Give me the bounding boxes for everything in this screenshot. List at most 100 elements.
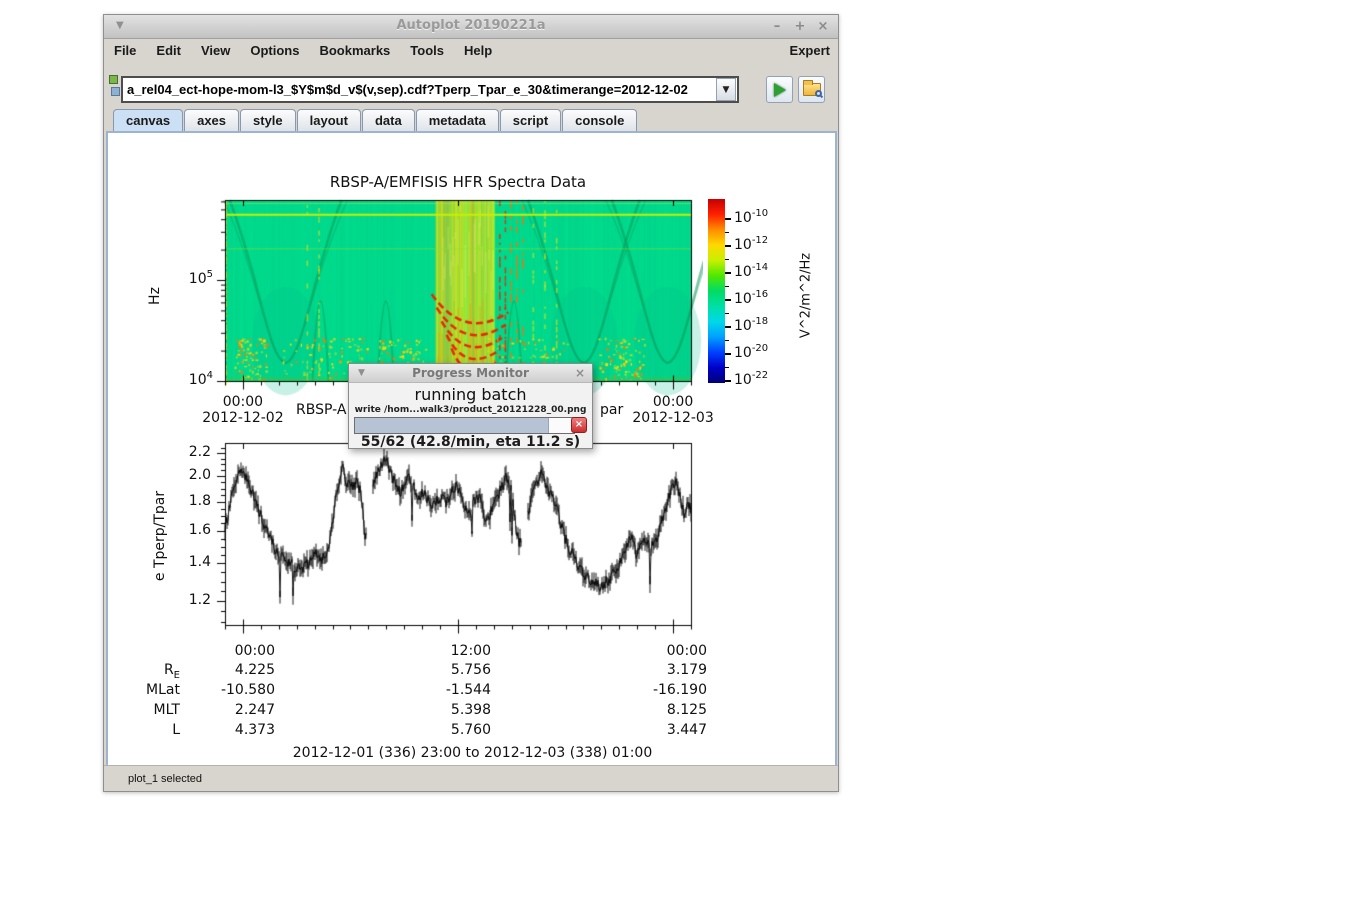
context-value-r0c0: 4.225	[185, 662, 275, 678]
menu-item-view[interactable]: View	[191, 40, 240, 58]
close-button[interactable]: ×	[814, 18, 832, 36]
context-value-r1c1: -1.544	[401, 682, 491, 698]
context-row-label-0-sub: E	[174, 670, 180, 681]
progress-bar	[354, 417, 575, 434]
progress-task-label: running batch	[349, 385, 592, 404]
menu-item-bookmarks[interactable]: Bookmarks	[309, 40, 400, 58]
colorbar-tick-3: 10-16	[734, 289, 768, 307]
address-toolbar: ▼	[104, 62, 838, 109]
plot1-ytick-0: 105	[171, 269, 213, 287]
colorbar-majortick-4	[725, 326, 731, 328]
colorbar-tick-4-exp: -18	[752, 316, 768, 327]
tab-style[interactable]: style	[240, 109, 296, 131]
colorbar-tick-6: 10-22	[734, 370, 768, 388]
context-value-r0c1: 5.756	[401, 662, 491, 678]
go-button[interactable]	[766, 76, 793, 103]
tab-console[interactable]: console	[562, 109, 637, 131]
colorbar-majortick-0	[725, 218, 731, 220]
plot2-ytick-5: 1.2	[168, 592, 211, 608]
colorbar-minortick-1	[725, 259, 729, 260]
colorbar-tick-2-base: 10	[734, 264, 752, 280]
tab-data[interactable]: data	[362, 109, 415, 131]
menu-item-help[interactable]: Help	[454, 40, 502, 58]
progress-status: 55/62 (42.8/min, eta 11.2 s)	[349, 434, 592, 450]
timerange-footer: 2012-12-01 (336) 23:00 to 2012-12-03 (33…	[113, 745, 832, 761]
window-title: Autoplot 20190221a	[104, 18, 838, 33]
colorbar-majortick-2	[725, 272, 731, 274]
colorbar-minortick-4	[725, 340, 729, 341]
progress-dialog-titlebar[interactable]: ▼ Progress Monitor ×	[349, 364, 592, 383]
context-value-r0c2: 3.179	[617, 662, 707, 678]
context-row-label-1-base: MLat	[146, 682, 180, 698]
plot2-title-fragment-right: par	[600, 402, 623, 418]
colorbar-tick-2: 10-14	[734, 262, 768, 280]
tab-strip: canvasaxesstylelayoutdatametadatascriptc…	[104, 109, 838, 132]
progress-detail: write /hom...walk3/product_20121228_00.p…	[349, 405, 592, 415]
plot2-ytick-2: 1.8	[168, 493, 211, 509]
magnifier-icon	[815, 90, 822, 97]
tab-layout[interactable]: layout	[297, 109, 361, 131]
plot2-ylabel: e Tperp/Tpar	[152, 456, 168, 616]
menu-item-file[interactable]: File	[104, 40, 146, 58]
colorbar-tick-4: 10-18	[734, 316, 768, 334]
chevron-down-icon: ▼	[723, 85, 730, 95]
progress-monitor-dialog[interactable]: ▼ Progress Monitor × running batch write…	[348, 363, 593, 449]
timeseries-plot[interactable]	[213, 441, 703, 641]
context-value-r1c0: -10.580	[185, 682, 275, 698]
plot1-ytick-0-exp: 5	[207, 269, 213, 280]
progress-cancel-button[interactable]: ×	[571, 417, 587, 433]
go-play-icon	[774, 83, 786, 97]
colorbar-tick-4-base: 10	[734, 318, 752, 334]
uri-input[interactable]	[123, 82, 716, 97]
colorbar	[708, 199, 725, 383]
plot2-ytick-1: 2.0	[168, 467, 211, 483]
plot1-title: RBSP-A/EMFISIS HFR Spectra Data	[225, 173, 691, 191]
datasource-green-square-icon[interactable]	[109, 75, 118, 84]
colorbar-minortick-3	[725, 313, 729, 314]
plot1-ytick-1-base: 10	[189, 372, 207, 388]
context-value-r2c2: 8.125	[617, 702, 707, 718]
maximize-button[interactable]: +	[791, 18, 809, 36]
colorbar-tick-0-exp: -10	[752, 208, 768, 219]
menu-item-edit[interactable]: Edit	[146, 40, 191, 58]
plot2-ytick-3: 1.6	[168, 522, 211, 538]
inspect-button[interactable]	[798, 76, 825, 103]
plot1-ylabel: Hz	[147, 216, 163, 376]
tab-metadata[interactable]: metadata	[416, 109, 499, 131]
context-value-r2c1: 5.398	[401, 702, 491, 718]
plot2-ytick-0: 2.2	[168, 444, 211, 460]
plot1-xtick-time-1: 00:00	[628, 394, 718, 410]
colorbar-minortick-5	[725, 367, 729, 368]
menu-item-options[interactable]: Options	[240, 40, 309, 58]
colorbar-tick-0-base: 10	[734, 210, 752, 226]
plot2-xtick-1: 12:00	[401, 643, 491, 659]
window-titlebar[interactable]: ▼ Autoplot 20190221a – + ×	[104, 15, 838, 39]
colorbar-majortick-5	[725, 353, 731, 355]
colorbar-majortick-3	[725, 299, 731, 301]
plot1-xtick-time-0: 00:00	[198, 394, 288, 410]
context-row-label-2-base: MLT	[153, 702, 180, 718]
colorbar-tick-1-exp: -12	[752, 235, 768, 246]
colorbar-tick-3-exp: -16	[752, 289, 768, 300]
tab-axes[interactable]: axes	[184, 109, 239, 131]
colorbar-tick-6-base: 10	[734, 372, 752, 388]
progress-bar-fill	[355, 418, 549, 433]
inspect-folder-icon	[803, 83, 821, 96]
status-text: plot_1 selected	[128, 773, 202, 785]
expert-label[interactable]: Expert	[790, 43, 830, 58]
tab-script[interactable]: script	[500, 109, 561, 131]
datasource-blue-square-icon[interactable]	[111, 87, 120, 96]
dialog-close-icon[interactable]: ×	[575, 366, 585, 380]
context-value-r2c0: 2.247	[185, 702, 275, 718]
menu-bar: Expert FileEditViewOptionsBookmarksTools…	[104, 40, 838, 62]
colorbar-tick-5: 10-20	[734, 343, 768, 361]
colorbar-tick-1: 10-12	[734, 235, 768, 253]
minimize-button[interactable]: –	[768, 18, 786, 36]
tab-canvas[interactable]: canvas	[113, 109, 183, 131]
colorbar-minortick-0	[725, 232, 729, 233]
colorbar-tick-6-exp: -22	[752, 370, 768, 381]
uri-dropdown-button[interactable]: ▼	[716, 78, 736, 101]
menu-item-tools[interactable]: Tools	[400, 40, 454, 58]
context-row-label-3: L	[128, 722, 180, 738]
context-value-r3c1: 5.760	[401, 722, 491, 738]
